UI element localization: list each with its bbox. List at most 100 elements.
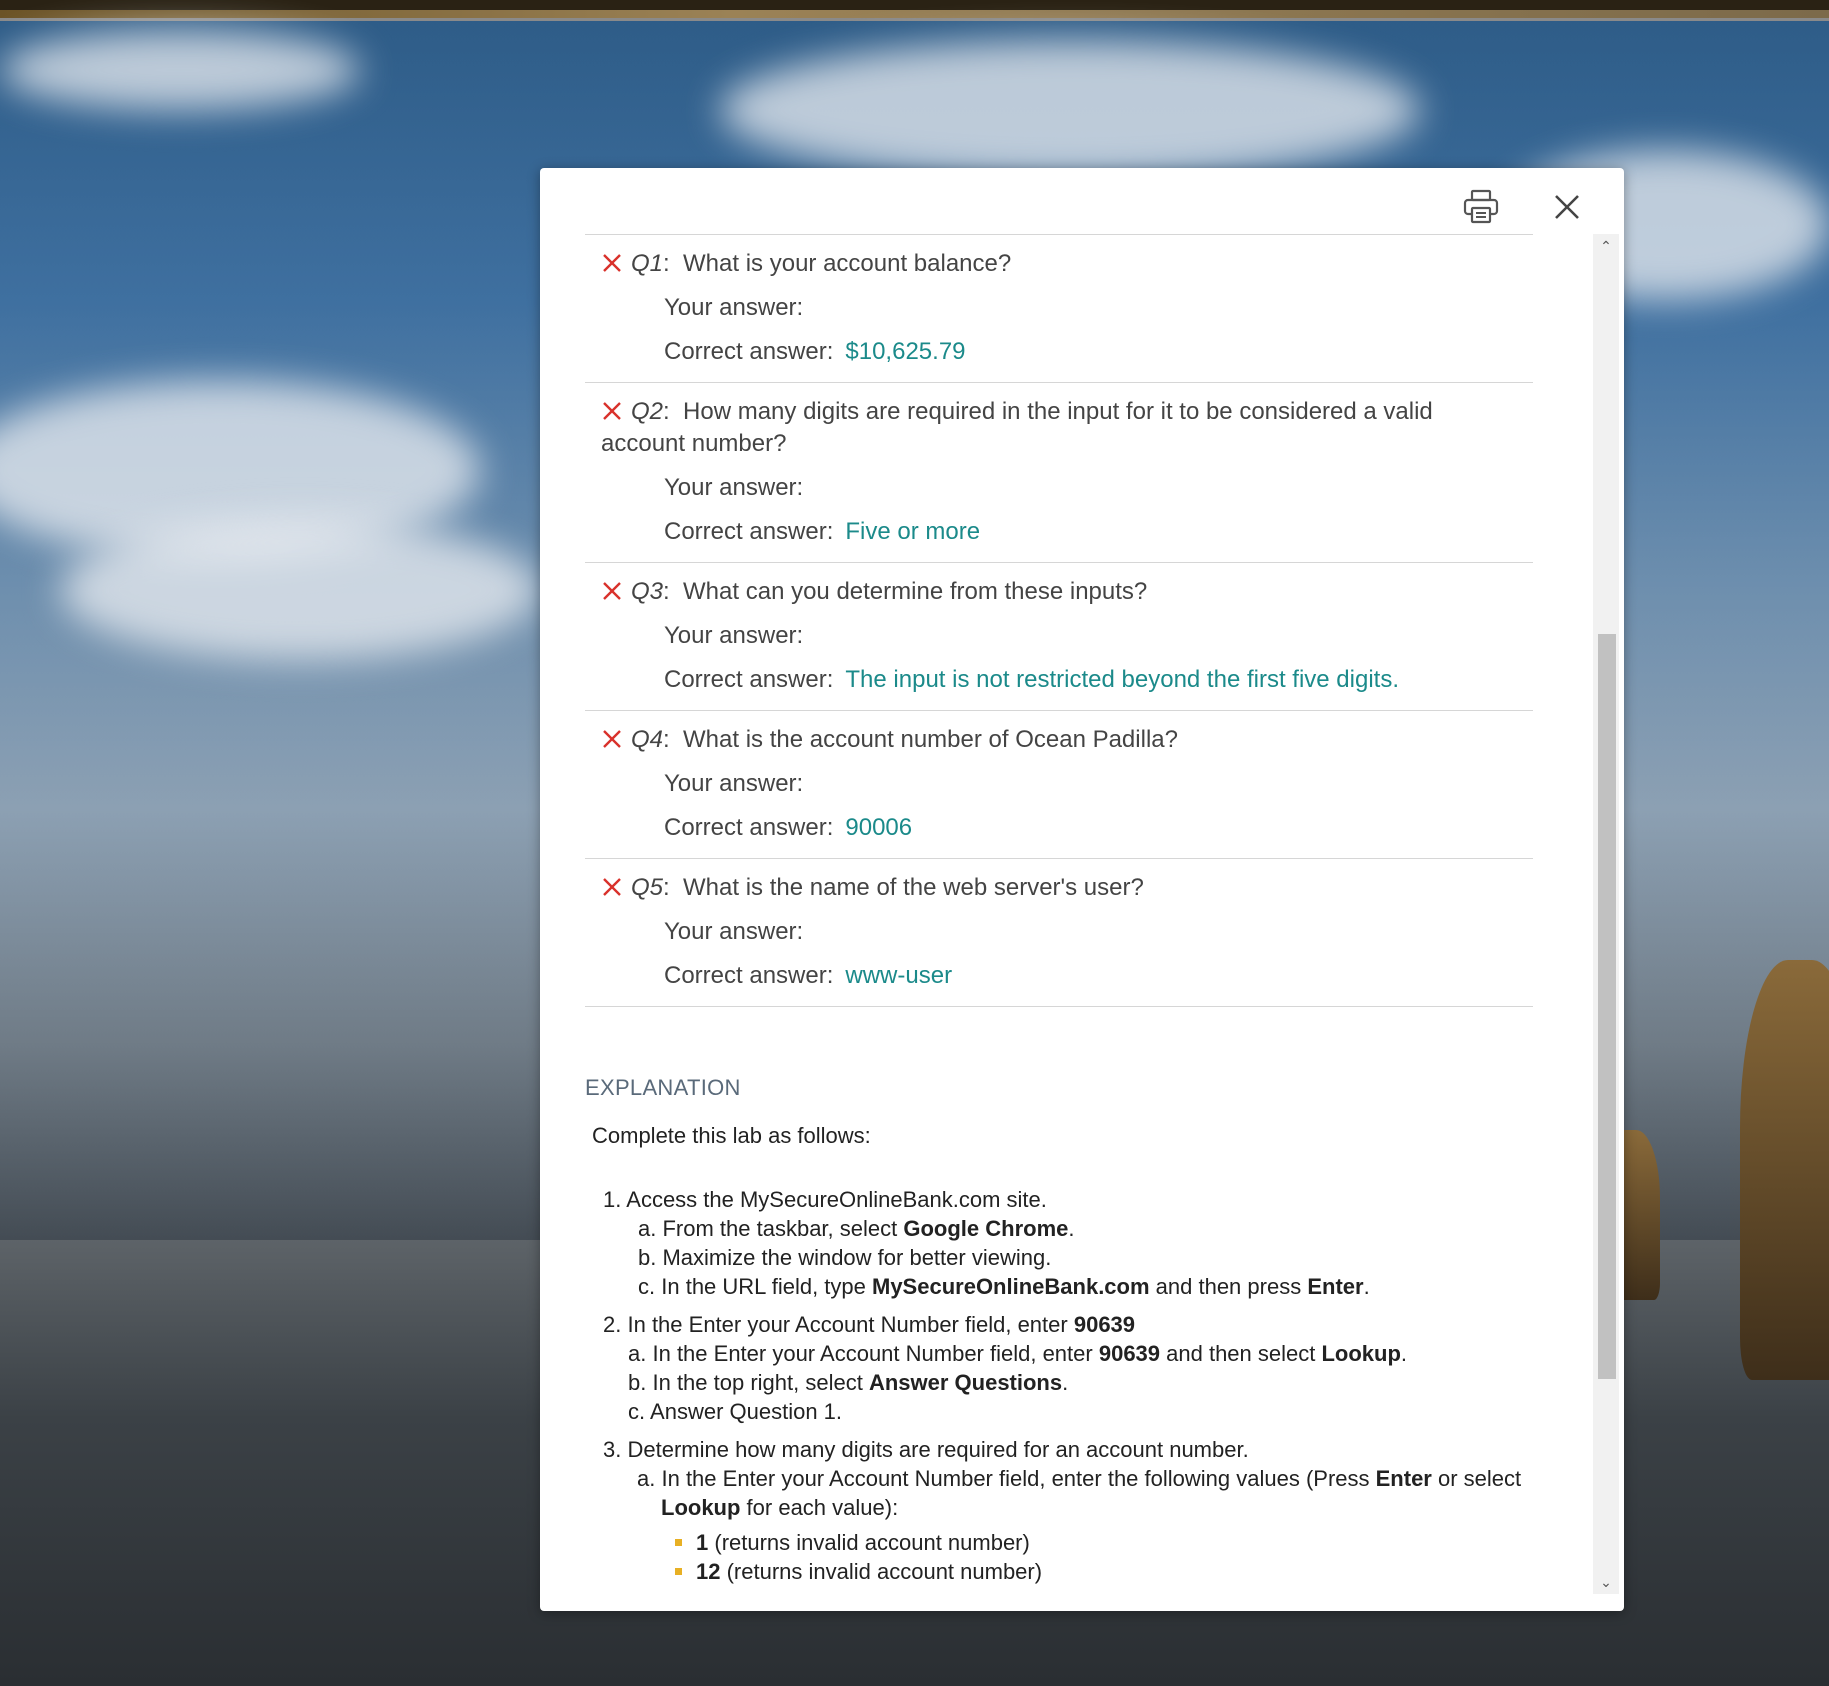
text-span: c. [638, 1274, 656, 1299]
step-3a: a. In the Enter your Account Number fiel… [603, 1464, 1533, 1522]
printer-icon [1463, 189, 1499, 224]
correct-answer-value: www-user [845, 962, 953, 989]
your-answer-label: Your answer: [664, 770, 804, 797]
text-span: a. [638, 1216, 657, 1241]
incorrect-icon [603, 878, 621, 896]
value-bullet: 1 (returns invalid account number) [675, 1528, 1533, 1557]
correct-answer-row: Correct answer: The input is not restrict… [664, 664, 1517, 696]
results-modal: Q1: What is your account balance? Your an… [540, 168, 1624, 1611]
step-1b: b. Maximize the window for better viewin… [638, 1243, 1533, 1272]
scroll-content[interactable]: Q1: What is your account balance? Your an… [585, 234, 1533, 1589]
question-number: Q4 [631, 726, 664, 753]
correct-answer-label: Correct answer: [664, 666, 834, 693]
question-text: Q1: What is your account balance? [601, 248, 1517, 280]
scroll-down-arrow-icon[interactable]: ⌄ [1593, 1570, 1619, 1594]
text-span: b. [628, 1370, 647, 1395]
value-bullet: 123 (returns invalid account number) [675, 1586, 1533, 1589]
correct-answer-label: Correct answer: [664, 518, 834, 545]
text-span: Determine how many digits are required f… [627, 1437, 1249, 1462]
question-number: Q2 [631, 398, 664, 425]
correct-answer-value: The input is not restricted beyond the f… [845, 666, 1399, 693]
incorrect-icon [603, 582, 621, 600]
your-answer-row: Your answer: [664, 472, 1517, 504]
explanation-title: EXPLANATION [585, 1075, 741, 1100]
step-3: 3. Determine how many digits are require… [603, 1435, 1533, 1589]
text-span: Lookup [1321, 1341, 1401, 1366]
text-span: Answer Question 1. [650, 1399, 843, 1424]
text-span: (returns invalid account number) [708, 1530, 1030, 1555]
correct-answer-row: Correct answer: $10,625.79 [664, 336, 1517, 368]
question-prompt: How many digits are required in the inpu… [601, 398, 1433, 457]
bullet-icon [675, 1568, 682, 1575]
browser-top-border-line [0, 18, 1829, 21]
text-span: 12 [696, 1559, 721, 1584]
step-text: Access the MySecureOnlineBank.com site. [626, 1187, 1047, 1212]
question-number: Q1 [631, 250, 664, 277]
scroll-up-arrow-icon[interactable]: ⌃ [1593, 234, 1619, 258]
step-2a: a. In the Enter your Account Number fiel… [628, 1339, 1533, 1368]
question-text: Q4: What is the account number of Ocean … [601, 724, 1517, 756]
correct-answer-value: Five or more [845, 518, 981, 545]
text-span: 123 [696, 1588, 733, 1589]
text-span: 3. [603, 1437, 622, 1462]
text-span: Enter [1375, 1466, 1432, 1491]
question-block: Q2: How many digits are required in the … [585, 382, 1533, 562]
scrollbar-thumb[interactable] [1598, 634, 1616, 1379]
question-prompt: What can you determine from these inputs… [683, 578, 1148, 605]
print-button[interactable] [1462, 188, 1500, 226]
value-bullet: 12 (returns invalid account number) [675, 1557, 1533, 1586]
text-span: 1 [696, 1530, 709, 1555]
bullet-icon [675, 1539, 682, 1546]
text-span: . [1068, 1216, 1075, 1241]
text-span: 2. [603, 1312, 622, 1337]
text-span: Google Chrome [903, 1216, 1069, 1241]
incorrect-icon [603, 730, 621, 748]
text-span: 90639 [1073, 1312, 1136, 1337]
background-cloud [720, 40, 1420, 180]
browser-top-bar [0, 0, 1829, 10]
your-answer-label: Your answer: [664, 474, 804, 501]
text-span: . [1400, 1341, 1408, 1366]
scrollbar[interactable]: ⌃ ⌄ [1593, 234, 1619, 1594]
text-span: and then select [1160, 1341, 1322, 1366]
correct-answer-row: Correct answer: 90006 [664, 812, 1517, 844]
text-span: a. [637, 1466, 656, 1491]
text-span: From the taskbar, select [662, 1216, 904, 1241]
incorrect-icon [603, 402, 621, 420]
text-span: c. [628, 1399, 646, 1424]
correct-answer-label: Correct answer: [664, 814, 834, 841]
background-cloud [0, 30, 360, 110]
question-block: Q3: What can you determine from these in… [585, 562, 1533, 710]
your-answer-label: Your answer: [664, 294, 804, 321]
text-span: In the URL field, type [661, 1274, 872, 1299]
question-block: Q4: What is the account number of Ocean … [585, 710, 1533, 858]
close-button[interactable] [1548, 188, 1586, 226]
your-answer-label: Your answer: [664, 918, 804, 945]
text-span: and then press [1149, 1274, 1308, 1299]
text-span: (returns invalid account number) [720, 1559, 1043, 1584]
correct-answer-row: Correct answer: Five or more [664, 516, 1517, 548]
incorrect-icon [603, 254, 621, 272]
text-span: or select [1431, 1466, 1522, 1491]
your-answer-row: Your answer: [664, 916, 1517, 948]
value-bullet-list: 1 (returns invalid account number) 12 (re… [603, 1528, 1533, 1589]
text-span: . [1062, 1370, 1069, 1395]
step-1: 1. Access the MySecureOnlineBank.com sit… [603, 1185, 1533, 1301]
background-rock [1740, 960, 1829, 1380]
question-list: Q1: What is your account balance? Your an… [585, 234, 1533, 1007]
your-answer-row: Your answer: [664, 768, 1517, 800]
explanation-steps: 1. Access the MySecureOnlineBank.com sit… [603, 1185, 1533, 1589]
step-2c: c. Answer Question 1. [628, 1397, 1533, 1426]
question-prompt: What is your account balance? [683, 250, 1012, 277]
question-block: Q1: What is your account balance? Your an… [585, 234, 1533, 382]
step-2: 2. In the Enter your Account Number fiel… [603, 1310, 1533, 1426]
text-span: (returns invalid account number) [733, 1588, 1054, 1589]
close-icon [1555, 195, 1579, 219]
text-span: MySecureOnlineBank.com [872, 1274, 1150, 1299]
text-span: Maximize the window for better viewing. [662, 1245, 1052, 1270]
correct-answer-value: $10,625.79 [845, 338, 966, 365]
browser-top-border [0, 10, 1829, 18]
background-cloud [60, 520, 540, 660]
text-span: for each value): [740, 1495, 899, 1520]
text-span: Lookup [661, 1495, 741, 1520]
